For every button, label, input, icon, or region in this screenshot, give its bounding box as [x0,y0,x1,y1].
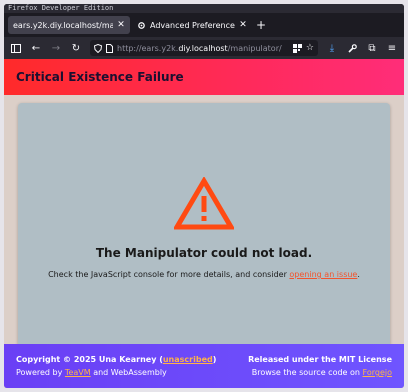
shield-icon[interactable] [94,43,102,53]
extensions-icon[interactable]: ⧉ [366,43,378,54]
copyright-line: Copyright © 2025 Una Kearney (unascribed… [16,355,217,364]
qr-code-icon[interactable] [292,43,302,53]
open-issue-link[interactable]: opening an issue [289,270,357,279]
page-footer: Copyright © 2025 Una Kearney (unascribed… [4,344,404,388]
teavm-link[interactable]: TeaVM [65,368,91,377]
app-header: Critical Existence Failure [4,59,404,95]
page-title: Critical Existence Failure [16,70,184,84]
page-icon[interactable] [106,43,113,53]
menu-icon[interactable]: ≡ [386,43,398,54]
close-icon[interactable]: ✕ [239,20,247,30]
footer-right: Released under the MIT License Browse th… [248,353,392,379]
sidebar-icon[interactable] [10,43,22,53]
tab-manipulator[interactable]: ears.y2k.diy.localhost/manip ✕ [8,16,130,34]
license-text: Released under the MIT License [248,355,392,364]
url-text[interactable]: http://ears.y2k.diy.localhost/manipulato… [117,44,289,53]
error-panel: The Manipulator could not load. Check th… [18,103,390,348]
tab-label: Advanced Preferences [150,20,235,30]
error-title: The Manipulator could not load. [95,246,313,260]
new-tab-icon[interactable]: + [254,18,268,32]
star-icon[interactable]: ☆ [306,43,314,53]
warning-icon [174,177,234,230]
tab-advanced-preferences[interactable]: Advanced Preferences ✕ [132,16,252,34]
url-bar[interactable]: http://ears.y2k.diy.localhost/manipulato… [90,40,318,56]
downloads-icon[interactable]: ⤓ [326,43,338,54]
forgejo-link[interactable]: Forgejo [363,368,392,377]
error-detail-text: Check the JavaScript console for more de… [48,270,290,279]
navigation-toolbar: ← → ↻ http://ears.y2k.diy.localhost/mani… [4,37,404,59]
browser-window: Firefox Developer Edition ears.y2k.diy.l… [4,4,404,388]
gear-icon [137,21,146,30]
page-content: Critical Existence Failure The Manipulat… [4,59,404,388]
back-icon[interactable]: ← [30,43,42,54]
close-icon[interactable]: ✕ [117,20,125,30]
window-title: Firefox Developer Edition [4,4,404,13]
footer-left: Copyright © 2025 Una Kearney (unascribed… [16,353,216,379]
error-detail-suffix: . [357,270,360,279]
tab-label: ears.y2k.diy.localhost/manip [13,20,113,30]
tab-bar: ears.y2k.diy.localhost/manip ✕ Advanced … [4,13,404,37]
error-detail: Check the JavaScript console for more de… [18,270,390,279]
author-handle-link[interactable]: unascribed [163,355,213,364]
source-line: Browse the source code on Forgejo [251,368,392,377]
forward-icon[interactable]: → [50,43,62,54]
reload-icon[interactable]: ↻ [70,43,82,54]
wrench-icon[interactable] [346,43,358,53]
powered-by-line: Powered by TeaVM and WebAssembly [16,368,167,377]
